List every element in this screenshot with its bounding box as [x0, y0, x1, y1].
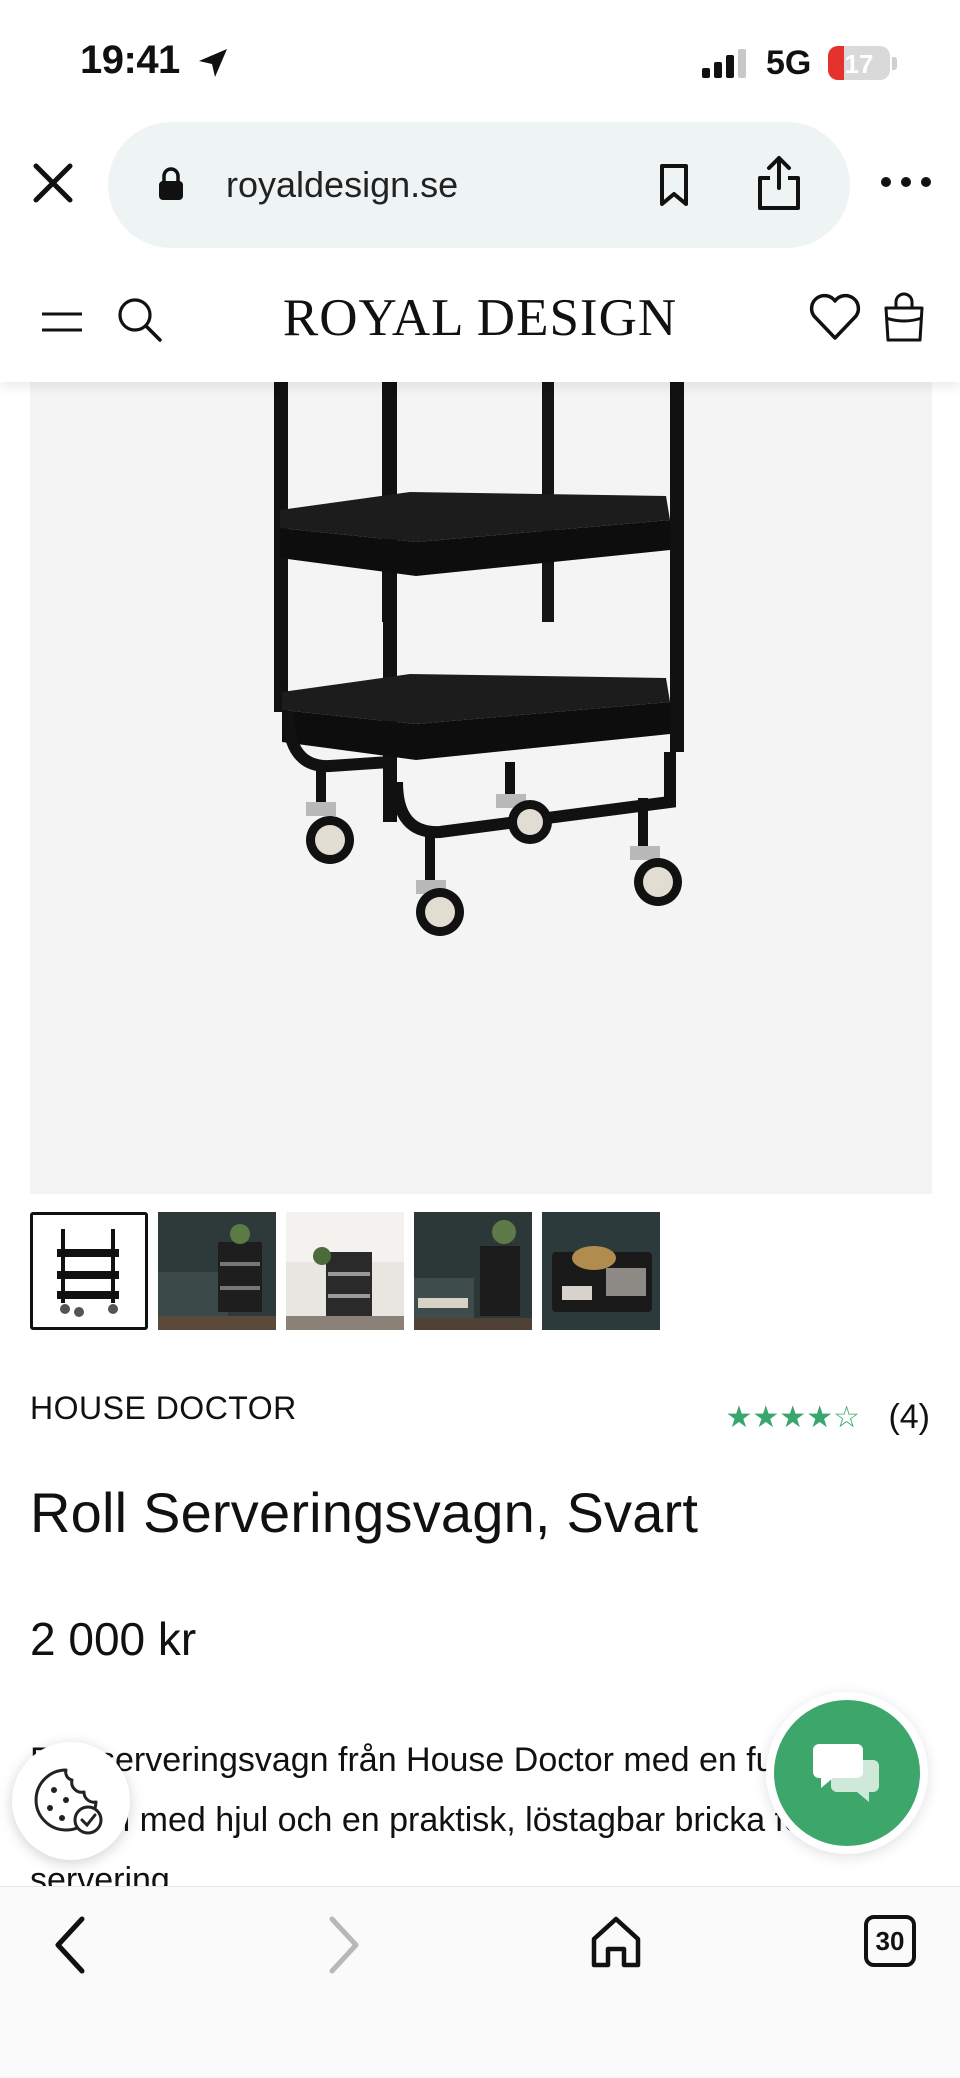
- url-text: royaldesign.se: [226, 164, 459, 205]
- cookie-settings-button[interactable]: [12, 1742, 130, 1860]
- heart-icon[interactable]: [808, 292, 862, 342]
- product-rating[interactable]: ★★★★☆ (4): [690, 1398, 930, 1440]
- thumbnail-4[interactable]: [414, 1212, 532, 1330]
- tabs-button[interactable]: 30: [864, 1915, 916, 1967]
- rating-stars: ★★★★☆: [725, 1401, 860, 1434]
- thumbnail-1[interactable]: [30, 1212, 148, 1330]
- share-icon[interactable]: [754, 154, 804, 212]
- status-time: 19:41: [80, 38, 180, 82]
- browser-toolbar: 30: [0, 1886, 960, 2078]
- browser-address-bar: royaldesign.se: [0, 118, 960, 258]
- status-bar: 19:41 5G 17: [0, 0, 960, 118]
- serving-cart-illustration: [274, 382, 684, 936]
- chat-button-inner: [774, 1700, 920, 1846]
- chevron-left-icon[interactable]: [48, 1913, 92, 1977]
- network-label: 5G: [766, 44, 812, 82]
- thumbnail-3[interactable]: [286, 1212, 404, 1330]
- bookmark-icon[interactable]: [654, 162, 694, 208]
- cookie-icon: [34, 1768, 103, 1835]
- chat-button[interactable]: [766, 1692, 928, 1854]
- chat-icon: [813, 1744, 879, 1802]
- thumbnail-lifestyle-image: [414, 1212, 532, 1330]
- shopping-bag-icon[interactable]: [880, 288, 928, 344]
- signal-icon: [702, 49, 746, 78]
- chevron-right-icon[interactable]: [322, 1913, 366, 1977]
- thumbnail-lifestyle-image: [158, 1212, 276, 1330]
- thumbnail-cart-image: [57, 1229, 119, 1317]
- thumbnail-detail-image: [542, 1212, 660, 1330]
- lock-icon: [159, 167, 183, 200]
- close-icon[interactable]: [28, 158, 78, 208]
- thumbnail-lifestyle-image: [286, 1212, 404, 1330]
- thumbnail-2[interactable]: [158, 1212, 276, 1330]
- home-icon[interactable]: [588, 1913, 644, 1971]
- product-main-image[interactable]: [30, 382, 932, 1194]
- battery-level: 17: [844, 49, 874, 79]
- product-title: Roll Serveringsvagn, Svart: [30, 1481, 699, 1544]
- rating-count: (4): [888, 1398, 930, 1436]
- battery-cap: [892, 57, 897, 70]
- battery-indicator: 17: [828, 46, 890, 80]
- url-field[interactable]: royaldesign.se: [108, 122, 850, 248]
- more-icon[interactable]: [878, 170, 934, 194]
- location-arrow-icon: [199, 49, 227, 77]
- thumbnail-5[interactable]: [542, 1212, 660, 1330]
- site-header: ROYAL DESIGN: [0, 258, 960, 382]
- product-price: 2 000 kr: [30, 1613, 197, 1665]
- product-brand[interactable]: HOUSE DOCTOR: [30, 1390, 297, 1427]
